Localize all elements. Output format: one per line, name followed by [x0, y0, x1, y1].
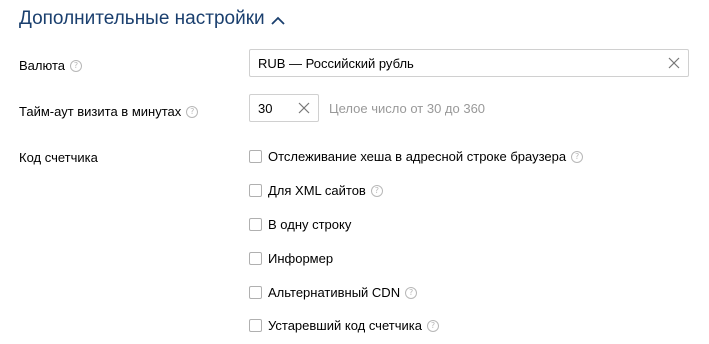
timeout-label-text: Тайм-аут визита в минутах [19, 104, 182, 119]
section-title-text: Дополнительные настройки [19, 8, 265, 29]
help-icon[interactable]: ? [370, 184, 383, 197]
section-title[interactable]: Дополнительные настройки [19, 8, 285, 30]
timeout-value: 30 [258, 100, 273, 116]
checkbox-label: В одну строку [268, 217, 352, 232]
help-icon[interactable]: ? [70, 59, 82, 72]
checkbox-hash-tracking[interactable]: Отслеживание хеша в адресной строке брау… [249, 149, 584, 164]
help-icon[interactable]: ? [426, 319, 439, 332]
checkbox-label: Для XML сайтов [268, 183, 366, 198]
timeout-input[interactable]: 30 [249, 94, 319, 122]
checkbox[interactable] [249, 286, 262, 299]
checkbox-one-line[interactable]: В одну строку [249, 217, 351, 232]
help-icon[interactable]: ? [571, 150, 584, 163]
checkbox[interactable] [249, 218, 262, 231]
currency-label-text: Валюта [19, 58, 65, 73]
checkbox-xml-sites[interactable]: Для XML сайтов ? [249, 183, 383, 198]
clear-icon[interactable] [298, 102, 310, 114]
counter-code-label-text: Код счетчика [19, 150, 98, 165]
currency-value: RUB — Российский рубль [258, 55, 414, 71]
help-icon[interactable]: ? [186, 105, 199, 118]
checkbox[interactable] [249, 150, 262, 163]
checkbox-label: Отслеживание хеша в адресной строке брау… [268, 149, 567, 164]
help-icon[interactable]: ? [405, 286, 418, 299]
chevron-up-icon[interactable] [270, 16, 285, 25]
timeout-hint: Целое число от 30 до 360 [329, 101, 486, 116]
checkbox-label: Устаревший код счетчика [268, 318, 422, 333]
clear-icon[interactable] [668, 57, 680, 69]
counter-code-label: Код счетчика [19, 150, 98, 165]
currency-label: Валюта ? [19, 58, 82, 73]
checkbox[interactable] [249, 184, 262, 197]
timeout-label: Тайм-аут визита в минутах ? [19, 104, 199, 119]
checkbox-label: Альтернативный CDN [268, 285, 401, 300]
checkbox-alternative-cdn[interactable]: Альтернативный CDN ? [249, 285, 418, 300]
checkbox-label: Информер [268, 251, 334, 266]
currency-select[interactable]: RUB — Российский рубль [249, 49, 689, 77]
checkbox[interactable] [249, 319, 262, 332]
checkbox-legacy-code[interactable]: Устаревший код счетчика ? [249, 318, 439, 333]
checkbox-informer[interactable]: Информер [249, 251, 333, 266]
checkbox[interactable] [249, 252, 262, 265]
